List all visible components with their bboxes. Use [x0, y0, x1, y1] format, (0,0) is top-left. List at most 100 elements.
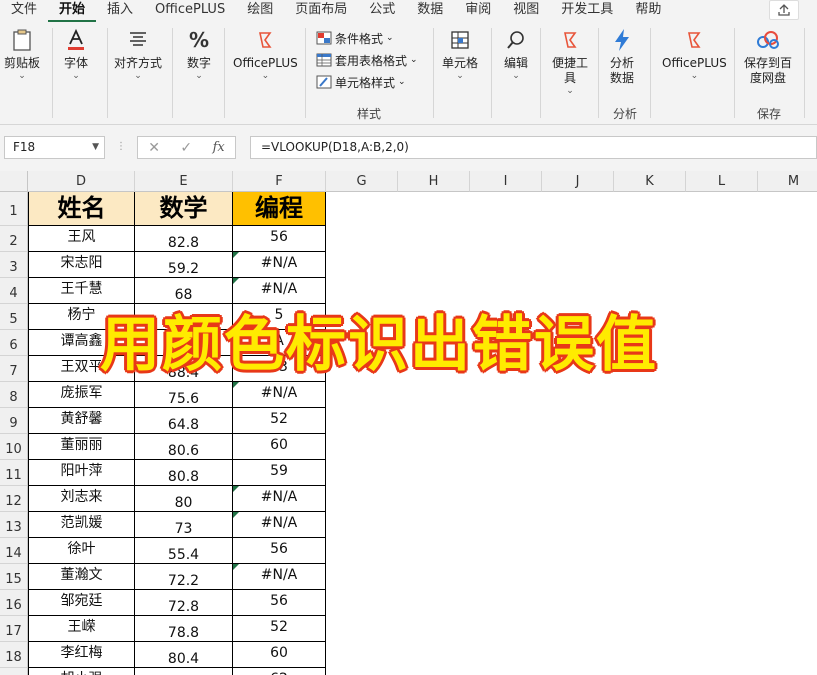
row-header-8[interactable]: 8 — [0, 382, 28, 408]
column-header-K[interactable]: K — [614, 171, 686, 192]
row-header-12[interactable]: 12 — [0, 486, 28, 512]
column-header-D[interactable]: D — [28, 171, 135, 192]
tab-9[interactable]: 视图 — [502, 0, 550, 22]
table-cell[interactable]: 75.6 — [135, 382, 233, 408]
table-cell[interactable]: #N/A — [233, 564, 326, 590]
align-button[interactable]: 对齐方式 ⌄ — [114, 26, 162, 82]
table-cell[interactable]: 董丽丽 — [28, 434, 135, 460]
officeplus-button[interactable]: OfficePLUS ⌄ — [233, 26, 298, 82]
insert-function-button[interactable]: fx — [213, 140, 225, 155]
row-header-10[interactable]: 10 — [0, 434, 28, 460]
table-cell[interactable]: 范凯媛 — [28, 512, 135, 538]
row-header-4[interactable]: 4 — [0, 278, 28, 304]
table-cell[interactable]: 胡小强 — [28, 668, 135, 675]
tab-4[interactable]: 绘图 — [236, 0, 284, 22]
table-cell[interactable]: 73 — [135, 512, 233, 538]
tab-3[interactable]: OfficePLUS — [144, 0, 236, 22]
table-cell[interactable]: 52 — [233, 616, 326, 642]
table-cell[interactable]: 李红梅 — [28, 642, 135, 668]
tab-5[interactable]: 页面布局 — [284, 0, 358, 22]
header-cell[interactable]: 数学 — [135, 192, 233, 226]
clipboard-button[interactable]: 剪贴板 ⌄ — [4, 26, 40, 82]
table-cell[interactable]: 徐叶 — [28, 538, 135, 564]
save-netdisk-button[interactable]: 保存到百度网盘 — [742, 26, 794, 86]
tab-1[interactable]: 开始 — [48, 0, 97, 22]
share-button[interactable] — [769, 0, 799, 20]
table-cell[interactable]: 80.6 — [135, 434, 233, 460]
chevron-down-icon[interactable]: ▼ — [92, 137, 99, 158]
column-header-F[interactable]: F — [233, 171, 326, 192]
row-header-13[interactable]: 13 — [0, 512, 28, 538]
table-cell[interactable]: 刘志来 — [28, 486, 135, 512]
table-cell[interactable]: 82.8 — [135, 226, 233, 252]
table-cell[interactable]: 80.8 — [135, 460, 233, 486]
table-cell[interactable]: #N/A — [233, 512, 326, 538]
column-header-E[interactable]: E — [135, 171, 233, 192]
table-cell[interactable]: 王嵘 — [28, 616, 135, 642]
tab-2[interactable]: 插入 — [96, 0, 144, 22]
analyze-data-button[interactable]: 分析数据 — [608, 26, 636, 86]
column-header-I[interactable]: I — [470, 171, 542, 192]
column-header-M[interactable]: M — [758, 171, 817, 192]
table-cell[interactable]: 阳叶萍 — [28, 460, 135, 486]
table-cell[interactable]: 80.4 — [135, 642, 233, 668]
tab-10[interactable]: 开发工具 — [550, 0, 624, 22]
table-cell[interactable]: #N/A — [233, 252, 326, 278]
font-button[interactable]: 字体 ⌄ — [62, 26, 90, 82]
table-cell[interactable]: 59.2 — [135, 252, 233, 278]
officeplus-button-2[interactable]: OfficePLUS ⌄ — [662, 26, 727, 82]
tab-0[interactable]: 文件 — [0, 0, 48, 22]
table-cell[interactable]: 78.8 — [135, 616, 233, 642]
table-cell[interactable]: 庞振军 — [28, 382, 135, 408]
select-all-corner[interactable] — [0, 171, 28, 192]
number-format-button[interactable]: % 数字 ⌄ — [185, 26, 213, 82]
column-header-J[interactable]: J — [542, 171, 614, 192]
table-cell[interactable]: 55.4 — [135, 538, 233, 564]
row-header-16[interactable]: 16 — [0, 590, 28, 616]
column-header-G[interactable]: G — [326, 171, 398, 192]
tab-8[interactable]: 审阅 — [454, 0, 502, 22]
table-cell[interactable]: 黄舒馨 — [28, 408, 135, 434]
table-cell[interactable]: 64.8 — [135, 408, 233, 434]
cell-style-button[interactable]: 单元格样式 ⌄ — [316, 71, 418, 93]
tab-6[interactable]: 公式 — [358, 0, 406, 22]
column-header-L[interactable]: L — [686, 171, 758, 192]
row-header-18[interactable]: 18 — [0, 642, 28, 668]
cancel-icon[interactable]: ✕ — [148, 140, 160, 156]
tab-11[interactable]: 帮助 — [624, 0, 672, 22]
quick-tools-button[interactable]: 便捷工具 ⌄ — [550, 26, 590, 97]
column-header-H[interactable]: H — [398, 171, 470, 192]
conditional-format-button[interactable]: 条件格式 ⌄ — [316, 27, 418, 49]
edit-button[interactable]: 编辑 ⌄ — [502, 26, 530, 82]
row-header-14[interactable]: 14 — [0, 538, 28, 564]
row-header-3[interactable]: 3 — [0, 252, 28, 278]
row-header-9[interactable]: 9 — [0, 408, 28, 434]
tab-7[interactable]: 数据 — [406, 0, 454, 22]
table-cell[interactable]: #N/A — [233, 382, 326, 408]
row-header-15[interactable]: 15 — [0, 564, 28, 590]
drag-handle[interactable]: ⋮ — [116, 141, 126, 152]
row-header-6[interactable]: 6 — [0, 330, 28, 356]
header-cell[interactable]: 姓名 — [28, 192, 135, 226]
header-cell[interactable]: 编程 — [233, 192, 326, 226]
row-header-1[interactable]: 1 — [0, 192, 28, 226]
table-cell[interactable]: 72.2 — [135, 564, 233, 590]
table-cell[interactable]: 79.4 — [135, 668, 233, 675]
row-header-7[interactable]: 7 — [0, 356, 28, 382]
check-icon[interactable]: ✓ — [180, 140, 192, 156]
row-header-5[interactable]: 5 — [0, 304, 28, 330]
table-cell[interactable]: 60 — [233, 434, 326, 460]
table-cell[interactable]: 董瀚文 — [28, 564, 135, 590]
name-box[interactable]: F18 ▼ — [4, 136, 105, 159]
cells-button[interactable]: 单元格 ⌄ — [442, 26, 478, 82]
row-header-11[interactable]: 11 — [0, 460, 28, 486]
table-cell[interactable]: 56 — [233, 226, 326, 252]
row-header-19[interactable]: 19 — [0, 668, 28, 675]
table-cell[interactable]: 宋志阳 — [28, 252, 135, 278]
row-header-2[interactable]: 2 — [0, 226, 28, 252]
table-cell[interactable]: 52 — [233, 408, 326, 434]
formula-input[interactable]: =VLOOKUP(D18,A:B,2,0) — [250, 136, 817, 159]
table-cell[interactable]: 62 — [233, 668, 326, 675]
table-cell[interactable]: 王风 — [28, 226, 135, 252]
table-cell[interactable]: #N/A — [233, 486, 326, 512]
